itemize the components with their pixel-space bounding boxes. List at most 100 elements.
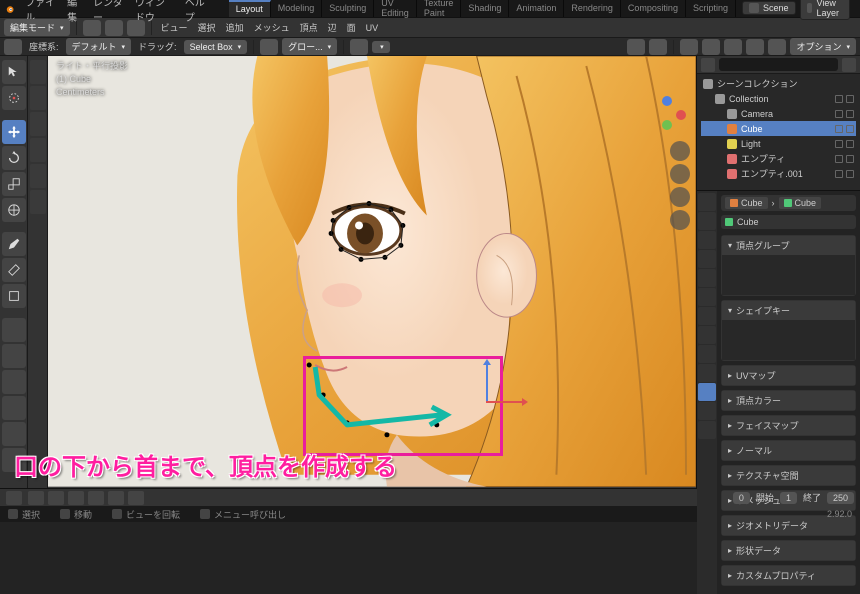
- viewport-nav-gizmo[interactable]: [648, 96, 686, 134]
- ptab-scene-icon[interactable]: [698, 250, 716, 268]
- tool-scale[interactable]: [2, 172, 26, 196]
- current-frame-field[interactable]: 0: [733, 492, 750, 504]
- drag-dropdown[interactable]: Select Box: [184, 40, 248, 54]
- tool-transform[interactable]: [2, 198, 26, 222]
- tool-inset[interactable]: [2, 344, 26, 368]
- tab-shading[interactable]: Shading: [461, 0, 509, 17]
- panel-head-customprops[interactable]: カスタムプロパティ: [722, 566, 855, 585]
- tool-spin[interactable]: [30, 60, 46, 84]
- menu-edge[interactable]: 辺: [325, 21, 340, 34]
- ptab-mesh-icon[interactable]: [698, 383, 716, 401]
- falloff-dropdown[interactable]: [372, 41, 390, 53]
- tool-edge-slide[interactable]: [30, 112, 46, 136]
- orientation-dropdown[interactable]: デフォルト: [66, 38, 132, 55]
- perspective-toggle-icon[interactable]: [670, 210, 690, 230]
- tl-jump-end-icon[interactable]: [128, 491, 144, 505]
- mode-dropdown[interactable]: 編集モード: [4, 19, 70, 36]
- menu-vertex[interactable]: 頂点: [297, 21, 321, 34]
- face-select-icon[interactable]: [127, 20, 145, 36]
- outliner-item-empty[interactable]: エンプティ: [701, 151, 856, 166]
- options-dropdown[interactable]: オプション: [790, 38, 856, 55]
- mesh-name-field[interactable]: Cube: [721, 215, 856, 229]
- crumb-mesh[interactable]: Cube: [779, 197, 822, 209]
- tab-animation[interactable]: Animation: [509, 0, 564, 17]
- shading-solid-icon[interactable]: [724, 39, 742, 55]
- start-frame-field[interactable]: 1: [780, 492, 797, 504]
- outliner-filter-icon[interactable]: [842, 58, 856, 72]
- ptab-output-icon[interactable]: [698, 212, 716, 230]
- nav-x-icon[interactable]: [676, 110, 686, 120]
- ptab-object-icon[interactable]: [698, 288, 716, 306]
- ptab-world-icon[interactable]: [698, 269, 716, 287]
- shading-render-icon[interactable]: [768, 39, 786, 55]
- outliner-item-cube[interactable]: Cube: [701, 121, 856, 136]
- tool-rip[interactable]: [30, 190, 46, 214]
- tool-bevel[interactable]: [2, 370, 26, 394]
- tl-play-icon[interactable]: [88, 491, 104, 505]
- outliner-item-camera[interactable]: Camera: [701, 106, 856, 121]
- xray-icon[interactable]: [680, 39, 698, 55]
- outliner-search[interactable]: [719, 58, 838, 71]
- snap-icon[interactable]: [260, 39, 278, 55]
- zoom-icon[interactable]: [670, 141, 690, 161]
- edge-select-icon[interactable]: [105, 20, 123, 36]
- vertex-select-icon[interactable]: [83, 20, 101, 36]
- tab-modeling[interactable]: Modeling: [271, 0, 323, 17]
- ptab-texture-icon[interactable]: [698, 421, 716, 439]
- tool-move[interactable]: [2, 120, 26, 144]
- menu-uv[interactable]: UV: [363, 23, 382, 33]
- crumb-object[interactable]: Cube: [725, 197, 768, 209]
- menu-help[interactable]: ヘルプ: [185, 0, 209, 24]
- outliner-collection[interactable]: Collection: [701, 91, 856, 106]
- tl-jump-start-icon[interactable]: [28, 491, 44, 505]
- ptab-physics-icon[interactable]: [698, 345, 716, 363]
- outliner-item-empty-001[interactable]: エンプティ.001: [701, 166, 856, 181]
- camera-view-icon[interactable]: [670, 187, 690, 207]
- panel-head-facemaps[interactable]: フェイスマップ: [722, 416, 855, 435]
- tab-layout[interactable]: Layout: [229, 0, 271, 17]
- ptab-particles-icon[interactable]: [698, 326, 716, 344]
- ptab-material-icon[interactable]: [698, 402, 716, 420]
- ptab-modifiers-icon[interactable]: [698, 307, 716, 325]
- viewlayer-field[interactable]: View Layer: [800, 0, 851, 20]
- tab-scripting[interactable]: Scripting: [686, 0, 736, 17]
- propedit-icon[interactable]: [350, 39, 368, 55]
- menu-view[interactable]: ビュー: [158, 21, 191, 34]
- gizmo-toggle-icon[interactable]: [627, 39, 645, 55]
- nav-y-icon[interactable]: [662, 120, 672, 130]
- tl-prev-key-icon[interactable]: [48, 491, 64, 505]
- shading-wire-icon[interactable]: [702, 39, 720, 55]
- tab-uvediting[interactable]: UV Editing: [374, 0, 417, 17]
- overlay-toggle-icon[interactable]: [649, 39, 667, 55]
- viewport-3d[interactable]: ライト・平行投影 (1) Cube Centimeters: [48, 56, 696, 488]
- tool-measure[interactable]: [2, 258, 26, 282]
- outliner-item-light[interactable]: Light: [701, 136, 856, 151]
- panel-head-vcolors[interactable]: 頂点カラー: [722, 391, 855, 410]
- tab-sculpting[interactable]: Sculpting: [322, 0, 374, 17]
- tl-next-key-icon[interactable]: [108, 491, 124, 505]
- shading-matprev-icon[interactable]: [746, 39, 764, 55]
- tab-compositing[interactable]: Compositing: [621, 0, 686, 17]
- menu-mesh[interactable]: メッシュ: [251, 21, 293, 34]
- gizmo-x-axis[interactable]: [486, 401, 526, 403]
- tool-annotate[interactable]: [2, 232, 26, 256]
- nav-z-icon[interactable]: [662, 96, 672, 106]
- gizmo-z-axis[interactable]: [486, 361, 488, 401]
- tool-extrude[interactable]: [2, 318, 26, 342]
- editor-type-icon[interactable]: [4, 39, 22, 55]
- ptab-constraints-icon[interactable]: [698, 364, 716, 382]
- outliner-scene-collection[interactable]: シーンコレクション: [701, 76, 856, 91]
- tool-loopcut[interactable]: [2, 396, 26, 420]
- panel-head-shapedata[interactable]: 形状データ: [722, 541, 855, 560]
- tab-texturepaint[interactable]: Texture Paint: [417, 0, 462, 17]
- panel-head-shapekeys[interactable]: シェイプキー: [722, 301, 855, 320]
- menu-add[interactable]: 追加: [223, 21, 247, 34]
- end-frame-field[interactable]: 250: [827, 492, 854, 504]
- tool-polybuild[interactable]: [2, 448, 26, 472]
- ptab-render-icon[interactable]: [698, 193, 716, 211]
- pan-icon[interactable]: [670, 164, 690, 184]
- panel-head-normals[interactable]: ノーマル: [722, 441, 855, 460]
- tool-select-box[interactable]: [2, 60, 26, 84]
- tab-rendering[interactable]: Rendering: [564, 0, 621, 17]
- tool-rotate[interactable]: [2, 146, 26, 170]
